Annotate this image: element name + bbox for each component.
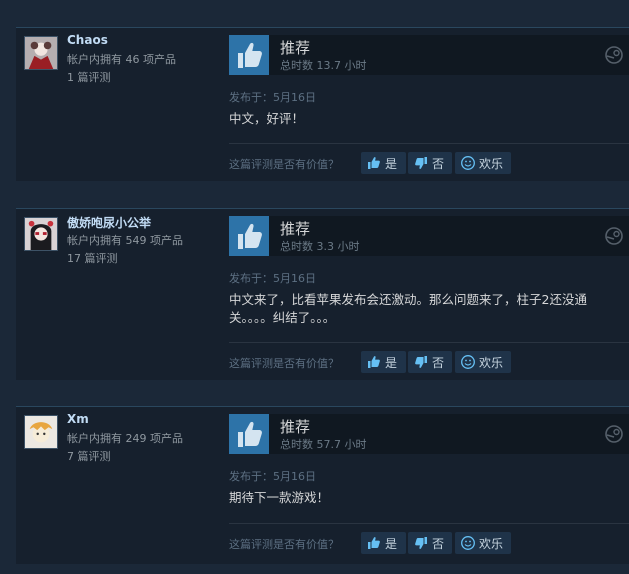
vote-funny-button[interactable]: 欢乐: [455, 532, 511, 554]
vote-no-button[interactable]: 否: [408, 532, 452, 554]
vote-no-button[interactable]: 否: [408, 152, 452, 174]
vote-no-label: 否: [432, 355, 445, 370]
products-owned[interactable]: 帐户内拥有 249 项产品: [67, 430, 183, 446]
thumbs-up-small-icon: [368, 356, 380, 368]
thumbs-up-small-icon: [368, 537, 380, 549]
vote-funny-label: 欢乐: [479, 536, 504, 551]
playtime-hours: 总时数 13.7 小时: [280, 59, 367, 72]
user-name[interactable]: 傲娇咆尿小公举: [67, 214, 151, 231]
review-text: 中文，好评！: [229, 111, 305, 126]
user-avatar[interactable]: [24, 217, 58, 251]
playtime-hours: 总时数 3.3 小时: [280, 240, 360, 253]
user-name[interactable]: Chaos: [67, 33, 108, 47]
user-name[interactable]: Xm: [67, 412, 89, 426]
vote-yes-label: 是: [385, 156, 398, 171]
vote-no-label: 否: [432, 536, 445, 551]
thumbs-down-small-icon: [415, 356, 427, 368]
divider: [229, 523, 629, 524]
products-owned[interactable]: 帐户内拥有 549 项产品: [67, 232, 183, 248]
vote-funny-label: 欢乐: [479, 355, 504, 370]
smiley-icon: [461, 355, 475, 369]
vote-no-label: 否: [432, 156, 445, 171]
thumbs-up-icon: [229, 35, 269, 75]
helpful-question: 这篇评测是否有价值？: [229, 357, 339, 370]
vote-yes-button[interactable]: 是: [361, 152, 406, 174]
vote-header[interactable]: 推荐 总时数 3.3 小时: [229, 216, 629, 256]
vote-header[interactable]: 推荐 总时数 57.7 小时: [229, 414, 629, 454]
post-date: 发布于：5月16日: [229, 470, 316, 483]
review-text: 中文来了，比看苹果发布会还激动。那么问题来了，柱子2还没通关。。。。纠结了。。。: [229, 292, 587, 325]
review-count[interactable]: 17 篇评测: [67, 250, 118, 266]
steam-icon: [605, 227, 623, 245]
helpful-question: 这篇评测是否有价值？: [229, 158, 339, 171]
products-owned[interactable]: 帐户内拥有 46 项产品: [67, 51, 176, 67]
thumbs-up-icon: [229, 216, 269, 256]
review-card: Xm 帐户内拥有 249 项产品 7 篇评测 推荐 总时数 57.7 小时 发布…: [16, 406, 629, 564]
review-verdict: 推荐: [280, 220, 311, 238]
vote-yes-label: 是: [385, 355, 398, 370]
vote-funny-button[interactable]: 欢乐: [455, 351, 511, 373]
steam-icon: [605, 425, 623, 443]
thumbs-up-icon: [229, 414, 269, 454]
smiley-icon: [461, 156, 475, 170]
vote-header[interactable]: 推荐 总时数 13.7 小时: [229, 35, 629, 75]
thumbs-up-small-icon: [368, 157, 380, 169]
post-date: 发布于：5月16日: [229, 91, 316, 104]
divider: [229, 143, 629, 144]
review-card: 傲娇咆尿小公举 帐户内拥有 549 项产品 17 篇评测 推荐 总时数 3.3 …: [16, 208, 629, 380]
vote-yes-button[interactable]: 是: [361, 351, 406, 373]
vote-funny-button[interactable]: 欢乐: [455, 152, 511, 174]
user-avatar[interactable]: [24, 36, 58, 70]
vote-funny-label: 欢乐: [479, 156, 504, 171]
review-count[interactable]: 1 篇评测: [67, 69, 111, 85]
review-count[interactable]: 7 篇评测: [67, 448, 111, 464]
vote-yes-label: 是: [385, 536, 398, 551]
divider: [229, 342, 629, 343]
steam-icon: [605, 46, 623, 64]
review-verdict: 推荐: [280, 39, 311, 57]
playtime-hours: 总时数 57.7 小时: [280, 438, 367, 451]
thumbs-down-small-icon: [415, 157, 427, 169]
review-verdict: 推荐: [280, 418, 311, 436]
helpful-question: 这篇评测是否有价值？: [229, 538, 339, 551]
vote-no-button[interactable]: 否: [408, 351, 452, 373]
smiley-icon: [461, 536, 475, 550]
thumbs-down-small-icon: [415, 537, 427, 549]
user-avatar[interactable]: [24, 415, 58, 449]
post-date: 发布于：5月16日: [229, 272, 316, 285]
review-text: 期待下一款游戏！: [229, 490, 330, 505]
vote-yes-button[interactable]: 是: [361, 532, 406, 554]
review-card: Chaos 帐户内拥有 46 项产品 1 篇评测 推荐 总时数 13.7 小时 …: [16, 27, 629, 181]
